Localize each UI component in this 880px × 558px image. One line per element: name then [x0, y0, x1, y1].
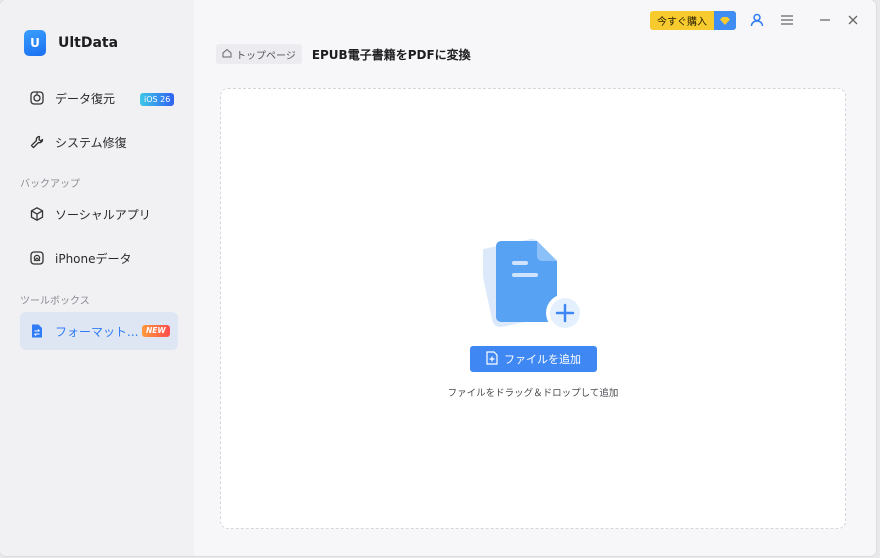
drop-hint: ファイルをドラッグ＆ドロップして追加 [447, 388, 619, 399]
new-badge: NEW [142, 325, 170, 337]
user-icon[interactable] [749, 12, 765, 28]
sidebar-item-label: iPhoneデータ [55, 251, 132, 266]
recovery-icon [29, 90, 45, 106]
sidebar-item-social-apps[interactable]: ソーシャルアプリ [20, 195, 178, 233]
sidebar-item-iphone-data[interactable]: iPhoneデータ [20, 239, 178, 277]
sidebar: U UltData データ復元 iOS 26 システム修復 バックアップ ソーシ… [0, 0, 194, 556]
add-file-label: ファイルを追加 [504, 353, 581, 366]
section-label-backup: バックアップ [20, 179, 80, 190]
brand: U UltData [24, 30, 118, 56]
sidebar-item-label: システム修復 [55, 135, 127, 150]
buy-now-button[interactable]: 今すぐ購入 [650, 11, 736, 30]
document-add-icon [478, 231, 587, 332]
app-name: UltData [58, 35, 119, 51]
sidebar-item-label: ソーシャルアプリ [55, 207, 151, 222]
section-label-toolbox: ツールボックス [20, 296, 90, 307]
sidebar-item-label: フォーマット... [55, 324, 139, 339]
ios-version-badge: iOS 26 [140, 93, 175, 106]
add-file-button[interactable]: ファイルを追加 [470, 346, 597, 372]
app-logo-icon: U [24, 30, 46, 56]
file-drop-zone[interactable]: ファイルを追加 ファイルをドラッグ＆ドロップして追加 [220, 88, 846, 529]
diamond-icon [714, 11, 736, 30]
buy-now-label: 今すぐ購入 [657, 17, 707, 28]
breadcrumb: トップページ EPUB電子書籍をPDFに変換 [216, 44, 471, 64]
cube-icon [29, 206, 45, 222]
sidebar-item-system-repair[interactable]: システム修復 [20, 123, 178, 161]
photos-icon [29, 250, 45, 266]
file-plus-icon [486, 350, 498, 368]
minimize-icon[interactable] [817, 12, 833, 28]
breadcrumb-home-label: トップページ [236, 50, 296, 62]
wrench-icon [29, 134, 45, 150]
app-window: U UltData データ復元 iOS 26 システム修復 バックアップ ソーシ… [0, 0, 876, 556]
breadcrumb-home[interactable]: トップページ [216, 44, 302, 64]
menu-icon[interactable] [779, 12, 795, 28]
page-title: EPUB電子書籍をPDFに変換 [311, 47, 471, 62]
file-convert-icon [29, 323, 45, 339]
close-icon[interactable] [845, 12, 861, 28]
home-icon [222, 48, 232, 61]
sidebar-item-label: データ復元 [55, 91, 116, 106]
